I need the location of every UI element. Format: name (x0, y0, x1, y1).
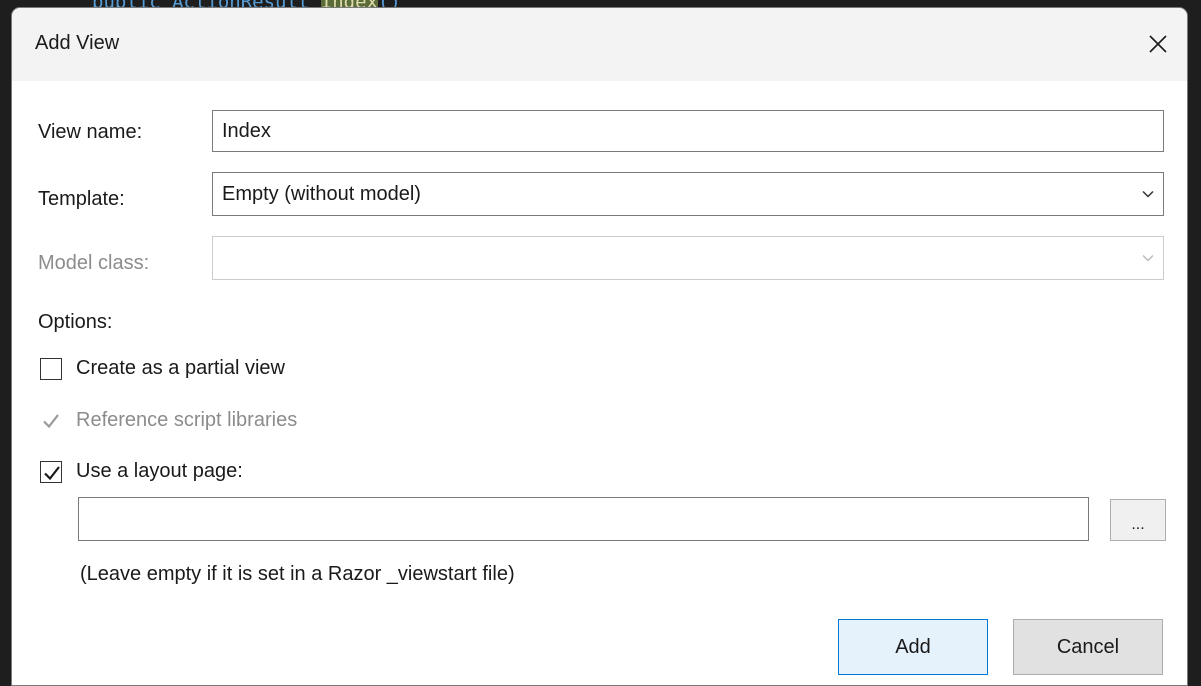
checkmark-icon (43, 413, 59, 428)
partial-view-label: Create as a partial view (76, 357, 285, 379)
layout-page-label: Use a layout page: (76, 460, 243, 482)
chevron-down-icon (1142, 254, 1154, 262)
script-libraries-checkbox: Reference script libraries (40, 409, 297, 432)
options-label: Options: (38, 311, 113, 333)
view-name-value: Index (222, 119, 271, 142)
template-dropdown[interactable]: Empty (without model) (212, 172, 1164, 216)
model-class-dropdown (212, 236, 1164, 280)
add-view-dialog: Add View View name: Index Template: Empt… (12, 8, 1187, 685)
view-name-input[interactable]: Index (212, 110, 1164, 152)
model-class-label: Model class: (38, 252, 150, 274)
checkbox-box[interactable] (40, 460, 62, 483)
template-label: Template: (38, 188, 125, 210)
cancel-button[interactable]: Cancel (1013, 619, 1163, 675)
layout-page-path-input[interactable] (78, 497, 1089, 541)
layout-page-checkbox[interactable]: Use a layout page: (40, 460, 243, 483)
browse-button[interactable]: ... (1110, 499, 1166, 541)
dialog-title: Add View (35, 32, 120, 54)
add-button[interactable]: Add (838, 619, 988, 675)
close-button[interactable] (1138, 24, 1178, 64)
layout-page-hint: (Leave empty if it is set in a Razor _vi… (80, 563, 515, 585)
checkbox-box (40, 409, 62, 432)
script-libraries-label: Reference script libraries (76, 409, 298, 431)
partial-view-checkbox[interactable]: Create as a partial view (40, 357, 285, 380)
dialog-titlebar: Add View (12, 8, 1187, 81)
close-icon (1149, 35, 1167, 53)
view-name-label: View name: (38, 121, 143, 143)
template-selected-value: Empty (without model) (222, 182, 421, 205)
checkmark-icon (44, 465, 60, 480)
chevron-down-icon (1142, 190, 1154, 198)
checkbox-box[interactable] (40, 357, 62, 380)
